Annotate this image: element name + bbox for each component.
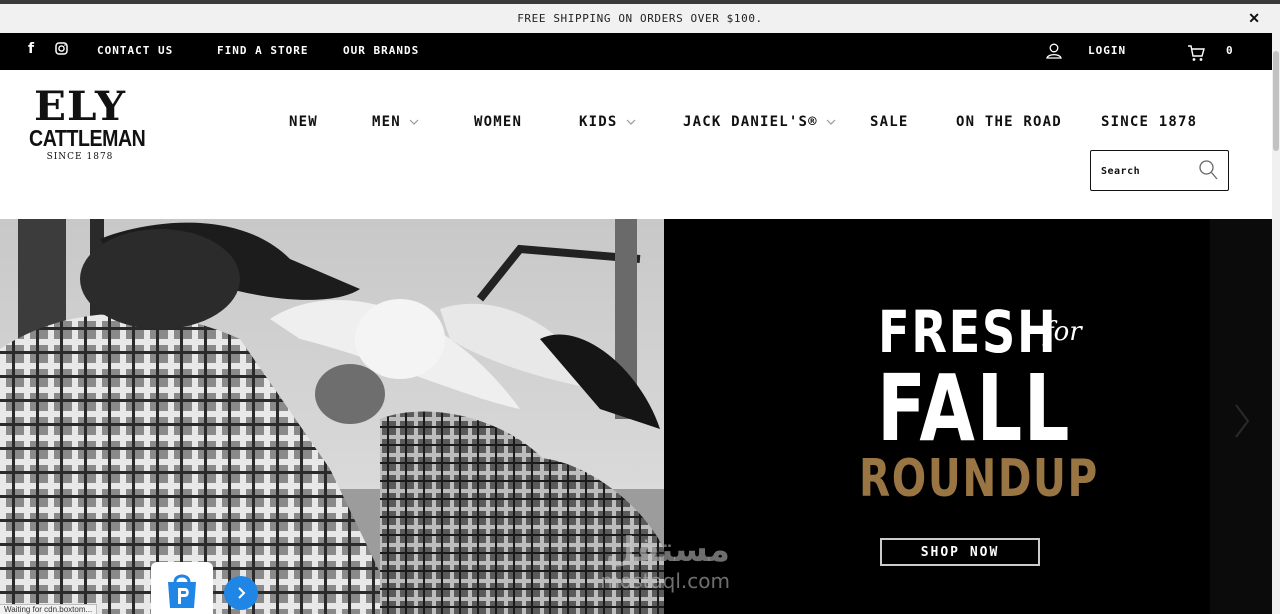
chevron-right-icon <box>238 587 246 599</box>
nav-label: KIDS <box>579 114 618 130</box>
announcement-bar: FREE SHIPPING ON ORDERS OVER $100. ✕ <box>0 4 1280 33</box>
browser-status-text: Waiting for cdn.boxtom... <box>0 604 98 614</box>
page-scrollbar[interactable] <box>1272 33 1280 614</box>
nav-label: WOMEN <box>474 114 523 130</box>
nav-item-men[interactable]: MEN <box>372 113 419 131</box>
nav-label: JACK DANIEL'S® <box>683 114 818 130</box>
user-icon[interactable] <box>1045 42 1063 60</box>
app-badge[interactable] <box>151 562 213 614</box>
shop-now-button[interactable]: SHOP NOW <box>880 538 1040 566</box>
search-box <box>1090 150 1229 191</box>
nav-item-women[interactable]: WOMEN <box>474 113 522 131</box>
facebook-icon[interactable]: f <box>28 41 34 57</box>
headline-fresh: FRESH <box>878 298 1058 366</box>
login-link[interactable]: LOGIN <box>1088 44 1126 57</box>
our-brands-link[interactable]: OUR BRANDS <box>343 44 419 57</box>
nav-item-on-the-road[interactable]: ON THE ROAD <box>956 113 1062 131</box>
chevron-down-icon <box>826 119 836 125</box>
promo-panel: FRESH for FALL ROUNDUP SHOP NOW <box>664 219 1210 614</box>
contact-us-link[interactable]: CONTACT US <box>97 44 173 57</box>
chevron-down-icon <box>409 119 419 125</box>
logo-line-cattleman: CATTLEMAN <box>29 125 146 151</box>
scrollbar-thumb[interactable] <box>1273 51 1279 151</box>
hero-photo-cowboys <box>0 219 664 614</box>
headline-fall: FALL <box>877 355 1072 462</box>
nav-label: SINCE 1878 <box>1101 114 1198 130</box>
site-header: ELY CATTLEMAN SINCE 1878 NEW MEN WOMEN K… <box>0 70 1272 219</box>
nav-item-new[interactable]: NEW <box>289 113 318 131</box>
nav-label: NEW <box>289 114 318 130</box>
chevron-right-icon[interactable] <box>1232 401 1252 441</box>
shopping-bag-icon <box>168 574 196 608</box>
nav-label: MEN <box>372 114 401 130</box>
close-icon[interactable]: ✕ <box>1248 10 1260 27</box>
cart-count[interactable]: 0 <box>1226 44 1234 57</box>
nav-item-kids[interactable]: KIDS <box>579 113 636 131</box>
floating-next-button[interactable] <box>224 576 258 610</box>
nav-item-jack-daniels[interactable]: JACK DANIEL'S® <box>683 113 836 131</box>
search-input[interactable] <box>1101 162 1196 180</box>
hero-slider: FRESH for FALL ROUNDUP SHOP NOW <box>0 219 1272 614</box>
brand-logo[interactable]: ELY CATTLEMAN SINCE 1878 <box>20 83 146 170</box>
chevron-down-icon <box>626 119 635 125</box>
instagram-icon[interactable] <box>55 42 68 55</box>
nav-item-sale[interactable]: SALE <box>870 113 909 131</box>
headline-for: for <box>1044 317 1082 347</box>
nav-label: ON THE ROAD <box>956 114 1062 130</box>
utility-bar: f CONTACT US FIND A STORE OUR BRANDS LOG… <box>0 33 1272 70</box>
logo-line-since: SINCE 1878 <box>46 152 114 162</box>
announcement-text: FREE SHIPPING ON ORDERS OVER $100. <box>517 12 763 25</box>
cart-icon[interactable] <box>1187 44 1205 62</box>
nav-item-since-1878[interactable]: SINCE 1878 <box>1101 113 1197 131</box>
logo-line-ely: ELY <box>33 83 126 130</box>
find-a-store-link[interactable]: FIND A STORE <box>217 44 308 57</box>
search-icon[interactable] <box>1198 159 1218 181</box>
headline-roundup: ROUNDUP <box>859 449 1099 509</box>
nav-label: SALE <box>870 114 909 130</box>
